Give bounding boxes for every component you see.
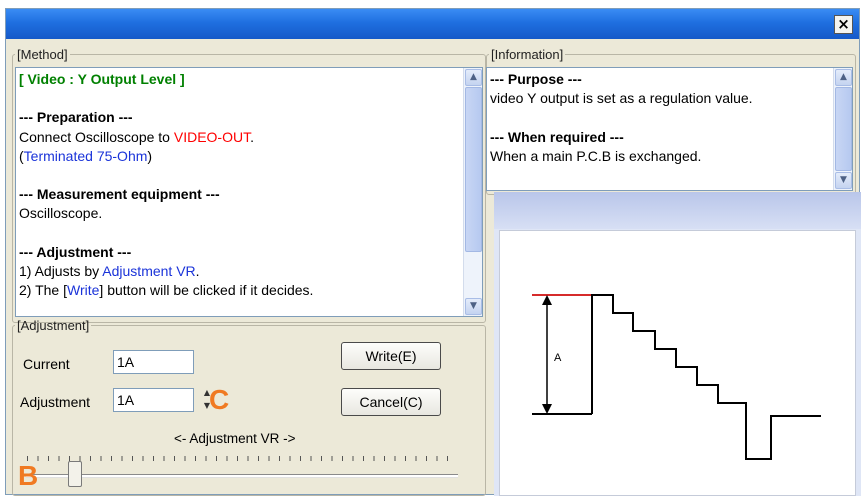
step2-prefix: 2) The [ — [19, 282, 67, 299]
step1-prefix: 1) Adjusts by — [19, 262, 103, 279]
adjustment-vr-link: Adjustment VR — [102, 262, 196, 279]
staircase-waveform — [591, 294, 821, 460]
adjustment-step-2: 2) The [Write] button will be clicked if… — [19, 281, 462, 300]
information-scrollbar[interactable]: ▲ ▼ — [833, 68, 852, 190]
preparation-text-suffix: . — [250, 128, 254, 145]
method-textbox[interactable]: [ Video : Y Output Level ] --- Preparati… — [15, 67, 483, 317]
slider-thumb[interactable] — [67, 461, 82, 487]
amplitude-arrow-bottom-icon — [542, 404, 552, 414]
purpose-heading: --- Purpose --- — [490, 71, 582, 87]
step1-suffix: . — [195, 262, 200, 279]
adjustment-step-1: 1) Adjusts by Adjustment VR. — [19, 262, 462, 281]
slider-track[interactable] — [26, 474, 458, 478]
method-scroll-up-button[interactable]: ▲ — [465, 69, 482, 86]
current-label: Current — [23, 356, 70, 372]
information-scroll-up-button[interactable]: ▲ — [835, 69, 852, 86]
information-textbox[interactable]: --- Purpose --- video Y output is set as… — [486, 67, 853, 191]
title-bar[interactable]: × — [6, 9, 859, 39]
video-out-link: VIDEO-OUT — [173, 128, 251, 145]
method-content: [ Video : Y Output Level ] --- Preparati… — [19, 70, 462, 300]
equipment-heading: --- Measurement equipment --- — [19, 186, 220, 203]
adjustment-heading: --- Adjustment --- — [19, 243, 132, 260]
information-scroll-down-button[interactable]: ▼ — [835, 172, 852, 189]
adjustment-legend: [Adjustment] — [17, 318, 90, 333]
information-scroll-thumb[interactable] — [835, 87, 852, 171]
preparation-text-prefix: Connect Oscilloscope to — [19, 128, 174, 145]
method-title: [ Video : Y Output Level ] — [19, 71, 185, 87]
current-input[interactable]: 1A — [113, 350, 194, 374]
amplitude-label: A — [554, 352, 562, 364]
cancel-button[interactable]: Cancel(C) — [341, 388, 441, 416]
when-required-text: When a main P.C.B is exchanged. — [490, 147, 702, 164]
preparation-text: Connect Oscilloscope to VIDEO-OUT. — [19, 128, 462, 147]
adjustment-input[interactable]: 1A — [113, 388, 194, 412]
write-link: Write — [67, 282, 100, 299]
close-button[interactable]: × — [834, 15, 853, 34]
waveform-diagram: A — [532, 294, 821, 460]
purpose-text: video Y output is set as a regulation va… — [490, 90, 753, 107]
information-legend: [Information] — [491, 47, 564, 62]
dialog-window: × [Method] [ Video : Y Output Level ] --… — [5, 8, 861, 496]
waveform-panel-header — [494, 192, 861, 229]
when-required-heading: --- When required --- — [490, 128, 624, 145]
preparation-note-close: ) — [147, 147, 153, 164]
terminated-link: Terminated 75-Ohm — [23, 147, 148, 164]
method-scroll-thumb[interactable] — [465, 87, 482, 252]
method-scrollbar[interactable]: ▲ ▼ — [463, 68, 482, 316]
equipment-text: Oscilloscope. — [19, 205, 103, 222]
preparation-heading: --- Preparation --- — [19, 109, 133, 126]
slider-marker: B — [18, 460, 39, 491]
adjustment-vr-label: <- Adjustment VR -> — [174, 431, 296, 446]
preparation-note: (Terminated 75-Ohm) — [19, 147, 462, 166]
amplitude-arrow-top-icon — [542, 295, 552, 305]
method-legend: [Method] — [17, 47, 68, 62]
spinner-marker: C — [209, 384, 230, 415]
step2-suffix: ] button will be clicked if it decides. — [99, 282, 314, 299]
slider-ticks — [27, 456, 457, 461]
method-scroll-down-button[interactable]: ▼ — [465, 298, 482, 315]
write-button[interactable]: Write(E) — [341, 342, 441, 370]
waveform-panel: A — [494, 192, 861, 496]
adjustment-label: Adjustment — [20, 394, 91, 410]
waveform-area: A — [499, 230, 856, 496]
information-content: --- Purpose --- video Y output is set as… — [490, 70, 832, 166]
